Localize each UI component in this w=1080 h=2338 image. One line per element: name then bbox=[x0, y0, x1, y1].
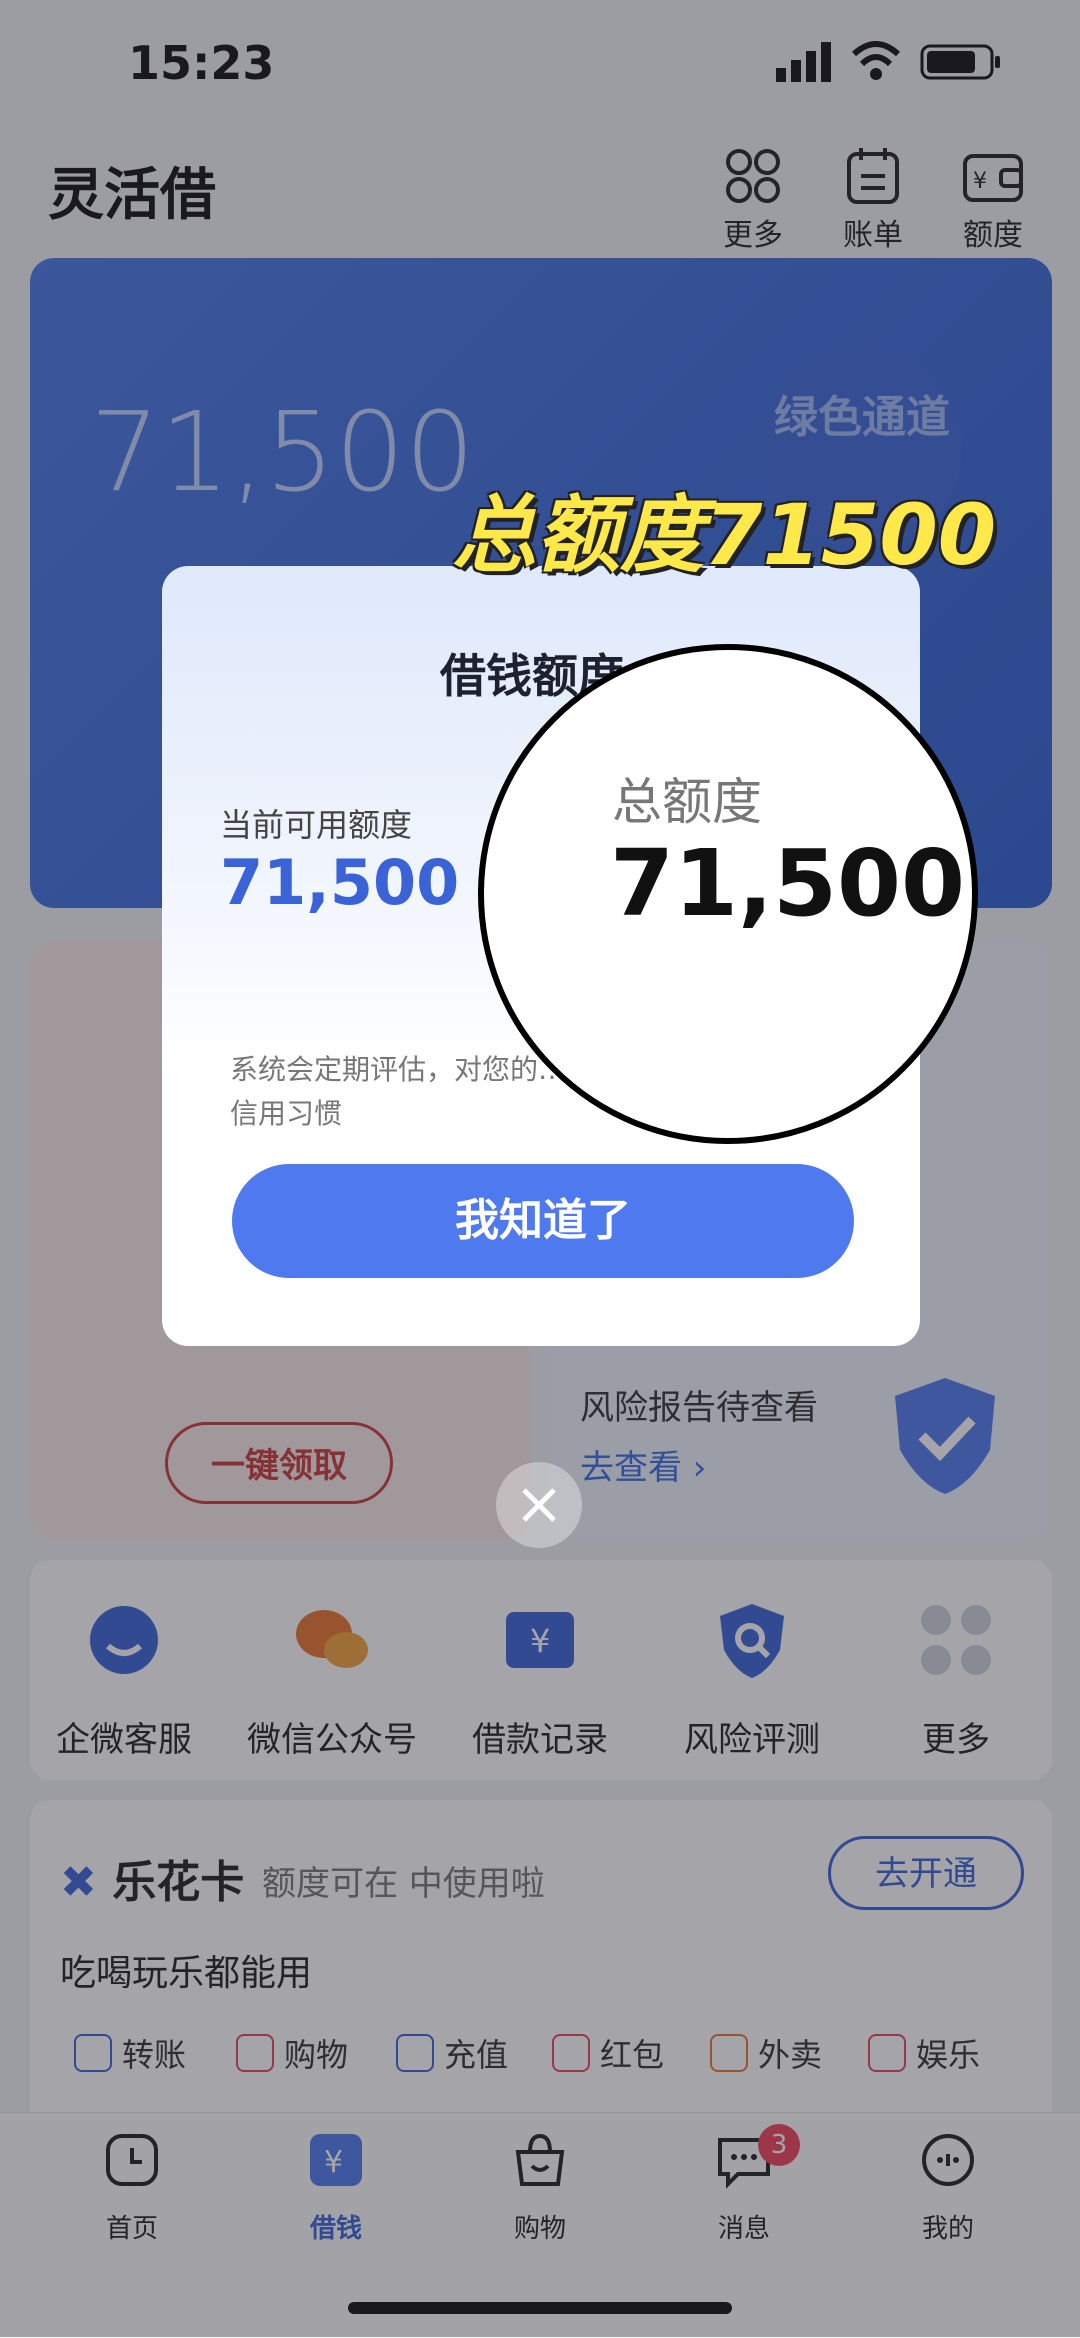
close-icon bbox=[522, 1488, 556, 1522]
total-limit-value: 71,500 bbox=[610, 830, 966, 937]
current-available-value: 71,500 bbox=[220, 846, 460, 919]
total-limit-label: 总额度 bbox=[612, 773, 762, 831]
total-limit-callout: 总额度71500 bbox=[452, 486, 997, 584]
got-it-button[interactable]: 我知道了 bbox=[232, 1164, 854, 1278]
close-dialog-button[interactable] bbox=[496, 1462, 582, 1548]
current-available-label: 当前可用额度 bbox=[220, 806, 413, 844]
